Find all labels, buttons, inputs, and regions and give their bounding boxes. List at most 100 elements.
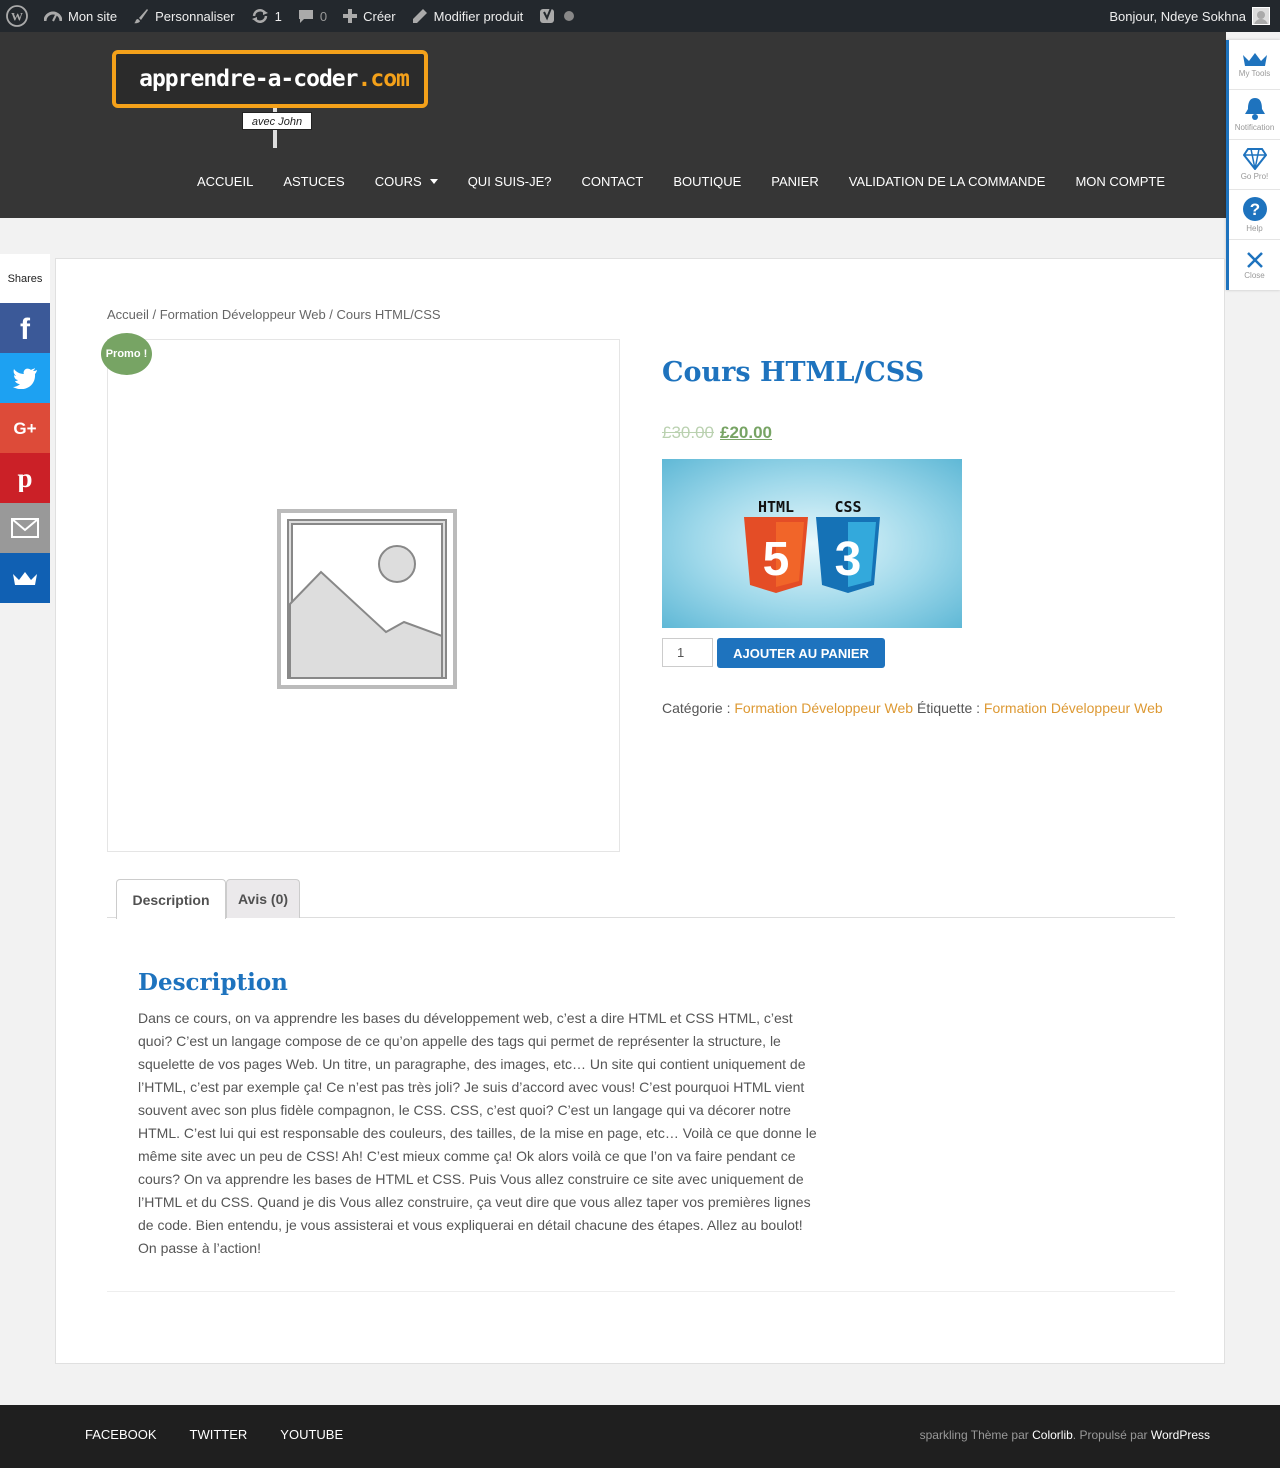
edit-product-label: Modifier produit [433, 8, 524, 24]
image-placeholder-icon [277, 509, 457, 689]
nav-panier[interactable]: PANIER [756, 174, 833, 189]
help-icon: ? [1242, 197, 1267, 221]
nav-accueil[interactable]: ACCUEIL [182, 174, 268, 189]
tab-description[interactable]: Description [116, 879, 226, 919]
add-to-cart-button[interactable]: AJOUTER AU PANIER [717, 638, 885, 668]
crown-icon [13, 572, 37, 585]
credit-link-wordpress[interactable]: WordPress [1151, 1428, 1210, 1442]
tool-label-go-pro: Go Pro! [1240, 172, 1269, 181]
tag-label: Étiquette : [916, 700, 981, 716]
comments-menu[interactable]: 0 [290, 0, 335, 32]
nav-mon-compte[interactable]: MON COMPTE [1060, 174, 1180, 189]
email-icon [11, 518, 39, 538]
brush-icon [134, 9, 149, 24]
wordpress-logo-icon[interactable]: W [0, 0, 36, 32]
customize-menu[interactable]: Personnaliser [125, 0, 243, 32]
product-tabs: Description Avis (0) [107, 879, 1175, 919]
banner-html-text: HTML [758, 498, 794, 516]
product-image-placeholder[interactable] [107, 339, 620, 852]
create-label: Créer [363, 8, 396, 24]
admin-bar: W Mon site Personnaliser 1 0 Créer Modif… [0, 0, 1280, 32]
svg-text:G+: G+ [13, 419, 36, 438]
svg-text:W: W [11, 10, 23, 24]
svg-text:5: 5 [763, 533, 790, 586]
credit-link-colorlib[interactable]: Colorlib [1032, 1428, 1073, 1442]
tool-help[interactable]: ? Help [1229, 190, 1280, 240]
nav-validation-commande[interactable]: VALIDATION DE LA COMMANDE [834, 174, 1061, 189]
nav-cours[interactable]: COURS [360, 174, 453, 189]
share-pinterest-button[interactable]: p [0, 453, 50, 503]
edit-product-menu[interactable]: Modifier produit [404, 0, 532, 32]
avatar [1252, 7, 1270, 25]
customize-label: Personnaliser [155, 8, 235, 24]
tool-label-my-tools: My Tools [1238, 69, 1271, 78]
nav-cours-label: COURS [374, 174, 422, 189]
footer-link-youtube[interactable]: YOUTUBE [280, 1427, 343, 1442]
google-plus-icon: G+ [13, 419, 36, 438]
updates-menu[interactable]: 1 [243, 0, 290, 32]
comment-icon [298, 10, 313, 23]
old-price: £30.00 [662, 423, 714, 442]
nav-boutique[interactable]: BOUTIQUE [658, 174, 756, 189]
banner-css-text: CSS [834, 498, 861, 516]
tool-go-pro[interactable]: Go Pro! [1229, 140, 1280, 190]
site-footer: FACEBOOK TWITTER YOUTUBE sparkling Thème… [0, 1405, 1280, 1468]
quantity-input[interactable]: 1 [662, 638, 713, 667]
product-content: Accueil / Formation Développeur Web / Co… [55, 258, 1225, 1364]
product-title: Cours HTML/CSS [662, 357, 925, 388]
svg-text:f: f [20, 314, 31, 342]
logo-main-text: apprendre-a-coder [139, 66, 358, 92]
sumo-tools-panel: My Tools Notification Go Pro! ? Help Clo… [1226, 40, 1280, 290]
logo-frame: apprendre-a-coder.com [112, 50, 428, 108]
credit-prefix: sparkling Thème par [919, 1428, 1029, 1442]
promo-badge: Promo ! [101, 333, 152, 375]
tool-label-help: Help [1246, 224, 1263, 233]
close-icon [1246, 251, 1263, 268]
nav-contact[interactable]: CONTACT [566, 174, 658, 189]
crown-icon [1242, 53, 1267, 66]
share-twitter-button[interactable] [0, 353, 50, 403]
refresh-icon [251, 9, 268, 23]
category-link[interactable]: Formation Développeur Web [734, 700, 913, 716]
bell-icon [1244, 98, 1265, 120]
plus-icon [343, 9, 358, 23]
share-google-plus-button[interactable]: G+ [0, 403, 50, 453]
yoast-icon [540, 7, 555, 23]
comments-count: 0 [319, 8, 328, 24]
create-menu[interactable]: Créer [335, 0, 404, 32]
share-email-button[interactable] [0, 503, 50, 553]
updates-count: 1 [274, 8, 282, 24]
tag-link[interactable]: Formation Développeur Web [984, 700, 1163, 716]
footer-link-twitter[interactable]: TWITTER [190, 1427, 248, 1442]
svg-text:?: ? [1249, 200, 1259, 219]
pencil-icon [412, 9, 427, 23]
site-logo[interactable]: apprendre-a-coder.com avec John [106, 50, 434, 150]
footer-credit: sparkling Thème par Colorlib. Propulsé p… [920, 1428, 1210, 1442]
product-meta: Catégorie : Formation Développeur Web Ét… [662, 697, 1172, 720]
caret-down-icon [429, 179, 438, 184]
status-dot-icon [564, 11, 575, 21]
tool-notification[interactable]: Notification [1229, 90, 1280, 140]
tab-reviews[interactable]: Avis (0) [226, 879, 300, 918]
share-sumo-button[interactable] [0, 553, 50, 603]
account-menu[interactable]: Bonjour, Ndeye Sokhna [1109, 0, 1270, 32]
breadcrumb[interactable]: Accueil / Formation Développeur Web / Co… [107, 307, 441, 322]
share-facebook-button[interactable]: f [0, 303, 50, 353]
svg-text:p: p [17, 464, 32, 492]
site-header: apprendre-a-coder.com avec John ACCUEIL … [0, 32, 1226, 218]
nav-qui-suis-je[interactable]: QUI SUIS-JE? [453, 174, 567, 189]
footer-link-facebook[interactable]: FACEBOOK [85, 1427, 157, 1442]
nav-astuces[interactable]: ASTUCES [268, 174, 359, 189]
tool-label-notification: Notification [1234, 123, 1275, 132]
diamond-icon [1242, 148, 1267, 170]
yoast-menu[interactable] [531, 0, 583, 32]
twitter-icon [13, 368, 37, 389]
divider [107, 1291, 1175, 1292]
footer-social-links: FACEBOOK TWITTER YOUTUBE [85, 1427, 343, 1442]
tool-my-tools[interactable]: My Tools [1229, 40, 1280, 90]
tool-close[interactable]: Close [1229, 240, 1280, 290]
my-site-menu[interactable]: Mon site [36, 0, 125, 32]
pinterest-icon: p [17, 464, 32, 492]
logo-sign-text: avec John [242, 112, 312, 130]
description-text: Dans ce cours, on va apprendre les bases… [138, 1010, 817, 1256]
